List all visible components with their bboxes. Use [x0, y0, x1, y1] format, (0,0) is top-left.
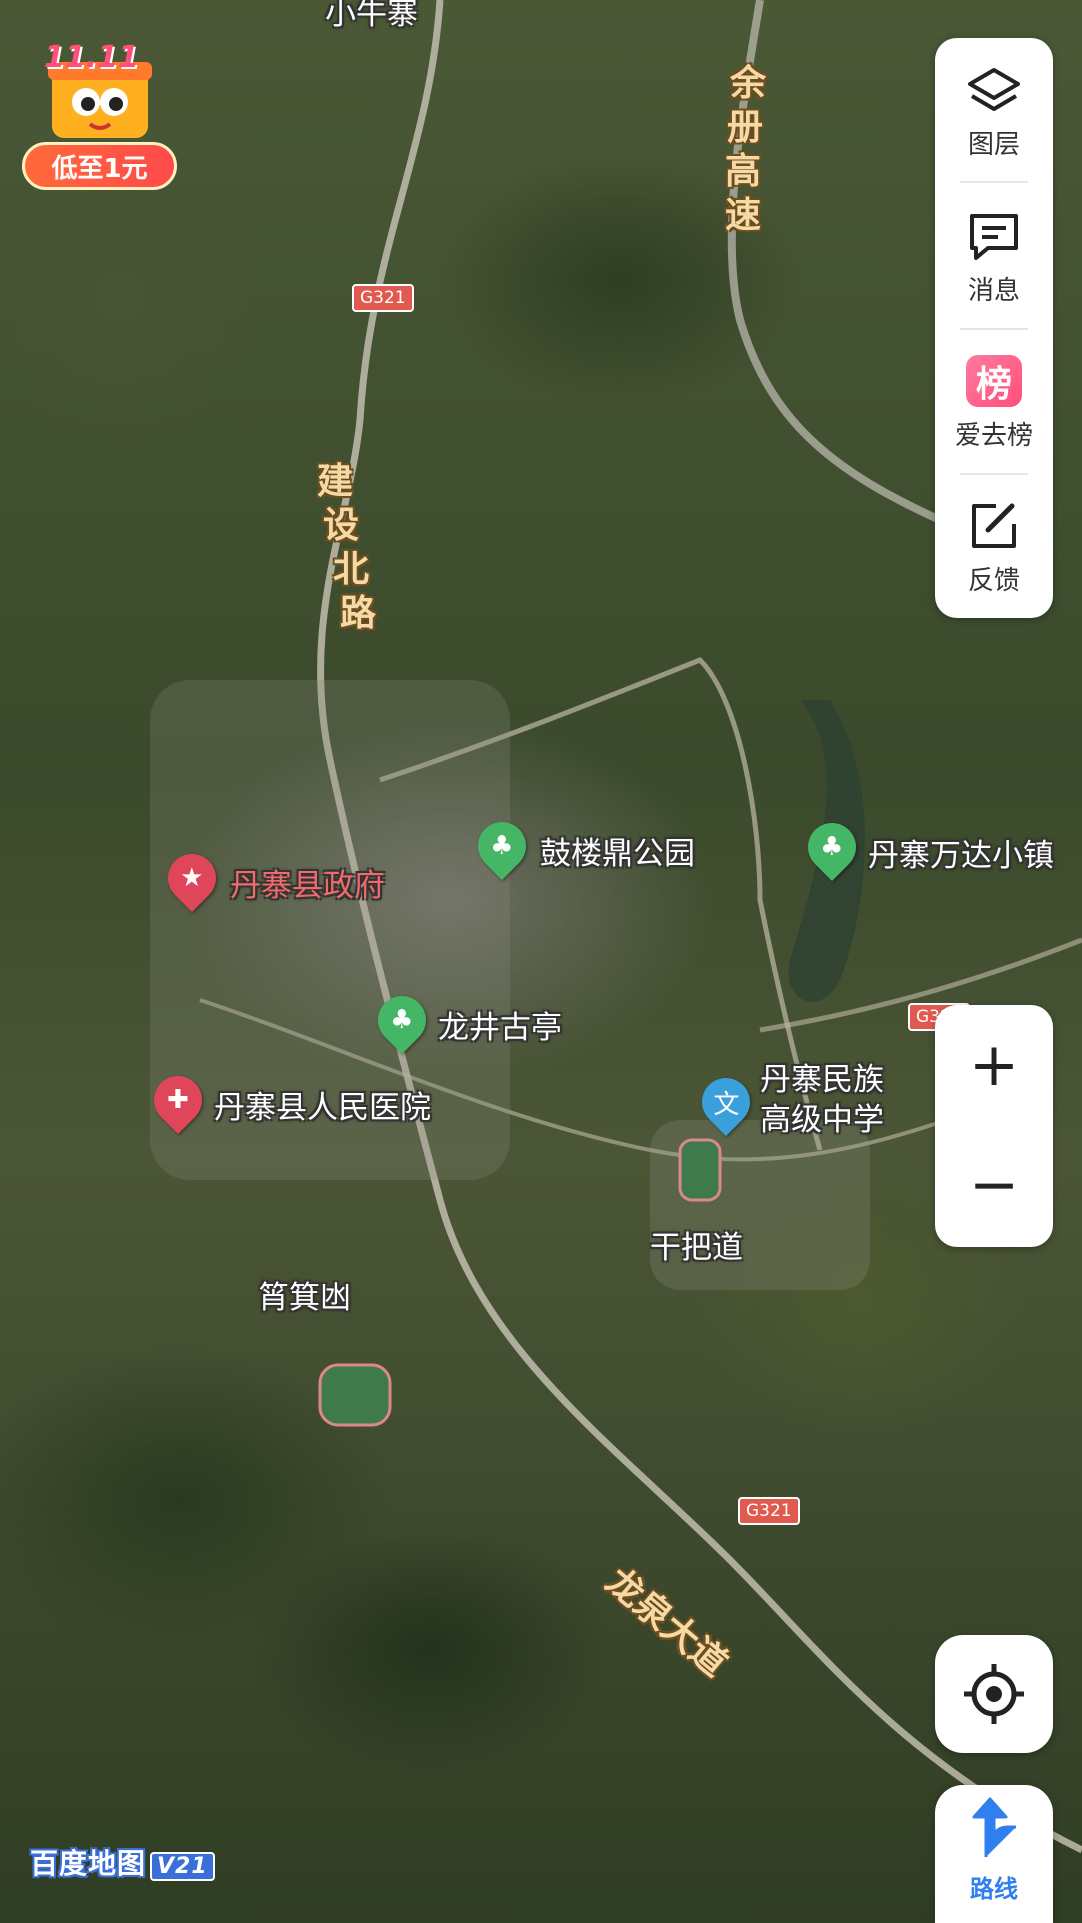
layers-button[interactable]: 图层 [935, 43, 1053, 183]
promo-badge: 低至1元 [22, 142, 177, 190]
ranking-button[interactable]: 榜 爱去榜 [935, 333, 1053, 473]
divider [960, 181, 1028, 183]
locate-button[interactable] [935, 1635, 1053, 1753]
route-icon [972, 1797, 1016, 1857]
layers-label: 图层 [967, 129, 1020, 160]
route-button[interactable]: 路线 [935, 1785, 1053, 1923]
ganbadao-label[interactable]: 干把道 [650, 1222, 743, 1267]
ranking-icon: 榜 [966, 354, 1022, 407]
gov-label[interactable]: 丹寨县政府 [230, 860, 385, 905]
tree-icon: ♣ [390, 1005, 414, 1035]
road-network [150, 0, 1082, 1854]
sports-field [678, 1138, 722, 1202]
wanda-label[interactable]: 丹寨万达小镇 [868, 830, 1054, 875]
g321-shield-bottom: G321 [738, 1497, 800, 1525]
promo-banner[interactable]: 11.11 低至1元 [22, 40, 177, 192]
divider [960, 473, 1028, 475]
baidu-map-logo: 百度地图 V21 [30, 1842, 215, 1882]
route-label: 路线 [970, 1875, 1018, 1903]
jijiao-label[interactable]: 筲箕凼 [258, 1272, 351, 1317]
divider [960, 328, 1028, 330]
feedback-label: 反馈 [967, 565, 1020, 596]
feedback-icon [972, 503, 1016, 548]
hospital-label[interactable]: 丹寨县人民医院 [214, 1082, 431, 1127]
sports-field [318, 1363, 392, 1427]
tree-icon: ♣ [820, 832, 844, 862]
zoom-control: + − [935, 1005, 1053, 1247]
north-road-label: 建 设 北 路 [316, 461, 377, 634]
cross-icon: ✚ [167, 1085, 189, 1116]
school-icon: 文 [712, 1089, 740, 1120]
ranking-label: 爱去榜 [954, 420, 1033, 451]
expressway-label: 余 册 高 速 [724, 63, 766, 236]
zoom-in-button[interactable]: + [935, 1005, 1053, 1125]
feedback-button[interactable]: 反馈 [935, 478, 1053, 618]
layers-icon [968, 67, 1020, 111]
messages-button[interactable]: 消息 [935, 188, 1053, 328]
locate-icon [964, 1664, 1024, 1724]
pavilion-label[interactable]: 龙井古亭 [438, 1002, 562, 1047]
star-icon: ★ [180, 863, 204, 893]
school-label[interactable]: 丹寨民族 高级中学 [760, 1060, 884, 1140]
satellite-map[interactable]: 小牛寨 余 册 高 速 建 设 北 路 龙泉大道 G321 G321 G321 … [0, 0, 1082, 1923]
messages-label: 消息 [967, 275, 1020, 306]
message-icon [970, 213, 1018, 260]
village-label-top: 小牛寨 [325, 0, 418, 32]
park-label[interactable]: 鼓楼鼎公园 [540, 828, 695, 873]
g321-shield-top: G321 [352, 284, 414, 312]
zoom-out-button[interactable]: − [935, 1125, 1053, 1245]
map-tools-panel: 图层 消息 榜 爱去榜 反馈 [935, 38, 1053, 618]
promo-number: 11.11 [44, 40, 139, 75]
tree-icon: ♣ [490, 831, 514, 861]
